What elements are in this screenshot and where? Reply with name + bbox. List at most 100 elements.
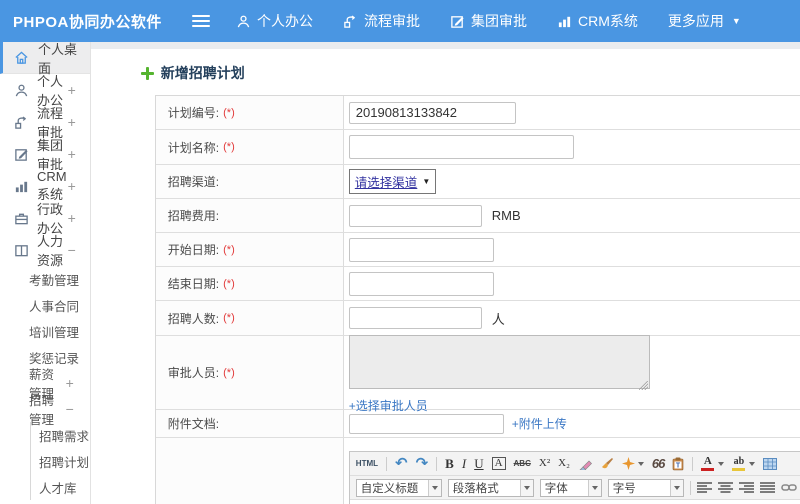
rich-text-editor: HTML ↶ ↷ B I U A ABC X² X₂ 66 T A ab 自定义… <box>348 451 800 504</box>
highlight-color-swatch <box>732 467 746 471</box>
expand-icon[interactable]: + <box>66 375 90 391</box>
sidebar: 个人桌面 个人办公 + 流程审批 + 集团审批 + CRM系统 + 行政办公 +… <box>0 42 91 504</box>
expand-icon[interactable]: + <box>68 146 90 162</box>
highlight-color-button[interactable]: ab <box>732 456 746 471</box>
nav-item-group-approval[interactable]: 集团审批 <box>450 11 527 31</box>
nav-item-more-apps[interactable]: 更多应用 ▼ <box>668 11 741 31</box>
subscript-button[interactable]: X₂ <box>558 458 570 469</box>
table-icon[interactable] <box>763 457 778 470</box>
redo-icon[interactable]: ↷ <box>416 456 429 471</box>
sidebar-item-admin-office[interactable]: 行政办公 + <box>0 202 90 236</box>
align-center-icon[interactable] <box>717 482 733 493</box>
sidebar-item-recruit-plan[interactable]: 招聘计划 <box>31 448 90 474</box>
expand-icon[interactable]: + <box>68 114 90 130</box>
align-right-icon[interactable] <box>738 482 754 493</box>
caret-down-icon <box>519 479 533 496</box>
start-date-input[interactable] <box>348 237 494 262</box>
caret-down-icon: ▼ <box>731 16 741 26</box>
form-row-channel: 招聘渠道: 请选择渠道 ▼ <box>155 165 800 199</box>
sidebar-item-personal-office[interactable]: 个人办公 + <box>0 74 90 108</box>
align-left-icon[interactable] <box>696 482 712 493</box>
plan-name-input[interactable] <box>348 135 574 159</box>
app-brand: PHPOA协同办公软件 <box>13 13 162 31</box>
strikethrough-button[interactable]: ABC <box>514 459 531 468</box>
sidebar-item-recruitment[interactable]: 招聘管理 − <box>0 394 90 427</box>
font-color-button[interactable]: A <box>701 456 715 471</box>
source-code-button[interactable]: HTML <box>356 459 378 468</box>
link-icon[interactable] <box>780 483 797 492</box>
sidebar-item-desktop[interactable]: 个人桌面 <box>0 42 90 76</box>
underline-button[interactable]: U <box>474 457 483 470</box>
sidebar-item-hr-contract[interactable]: 人事合同 <box>0 292 90 318</box>
headcount-input[interactable] <box>348 307 482 329</box>
attachment-input[interactable] <box>348 413 504 434</box>
expand-icon[interactable]: + <box>68 178 90 194</box>
main-content: 新增招聘计划 计划编号:(*) 计划名称:(*) 招聘渠道: 请选择渠道 ▼ <box>90 42 800 504</box>
caret-down-icon <box>718 461 725 466</box>
plan-no-input[interactable] <box>348 101 516 124</box>
eraser-icon[interactable] <box>578 458 592 470</box>
menu-icon[interactable] <box>192 12 210 30</box>
compose-icon <box>451 15 464 28</box>
approvers-textarea[interactable] <box>348 335 650 389</box>
cost-input[interactable] <box>348 204 482 227</box>
nav-item-personal-office[interactable]: 个人办公 <box>236 11 313 31</box>
editor-toolbar-row2: 自定义标题 段落格式 字体 字号 <box>349 476 800 500</box>
sidebar-item-group-approval[interactable]: 集团审批 + <box>0 138 90 172</box>
custom-heading-select[interactable]: 自定义标题 <box>355 478 442 497</box>
channel-label: 招聘渠道: <box>167 175 220 189</box>
expand-icon[interactable]: + <box>68 82 90 98</box>
required-marker: (*) <box>223 366 235 379</box>
attachment-upload-link[interactable]: +附件上传 <box>512 415 567 432</box>
form-row-start-date: 开始日期: (*) <box>155 233 800 267</box>
sidebar-item-crm[interactable]: CRM系统 + <box>0 169 90 202</box>
caret-down-icon: ▼ <box>422 177 431 186</box>
plan-no-label: 计划编号: <box>167 106 220 120</box>
resize-handle-icon[interactable] <box>638 381 648 390</box>
format-painter-icon[interactable] <box>621 457 644 470</box>
approvers-label: 审批人员: <box>167 366 220 380</box>
sidebar-hr-submenu: 考勤管理 人事合同 培训管理 奖惩记录 薪资管理 + 招聘管理 − 招聘需求 招聘计… <box>0 266 90 500</box>
sidebar-item-training[interactable]: 培训管理 <box>0 318 90 344</box>
undo-icon[interactable]: ↶ <box>395 456 408 471</box>
bar-chart-icon <box>14 178 29 194</box>
content-top-band <box>90 42 800 49</box>
sidebar-item-talent-pool[interactable]: 人才库 <box>31 474 90 500</box>
end-date-input[interactable] <box>348 271 494 296</box>
sidebar-item-attendance[interactable]: 考勤管理 <box>0 266 90 292</box>
italic-button[interactable]: I <box>462 457 466 470</box>
end-date-label: 结束日期: <box>167 277 220 291</box>
sidebar-item-recruit-demand[interactable]: 招聘需求 <box>31 422 90 448</box>
font-size-select[interactable]: 字号 <box>607 478 684 497</box>
editor-toolbar-row1: HTML ↶ ↷ B I U A ABC X² X₂ 66 T A ab <box>349 452 800 476</box>
sidebar-item-workflow-approval[interactable]: 流程审批 + <box>0 106 90 140</box>
sidebar-item-hr[interactable]: 人力资源 − <box>0 234 90 268</box>
nav-item-crm[interactable]: CRM系统 <box>557 11 638 31</box>
editor-label-cell <box>155 438 344 504</box>
paragraph-format-select[interactable]: 段落格式 <box>447 478 534 497</box>
compose-icon <box>14 146 29 162</box>
expand-icon[interactable]: + <box>68 210 90 226</box>
nav-item-workflow-approval[interactable]: 流程审批 <box>343 11 420 31</box>
caret-down-icon <box>749 461 756 466</box>
caret-down-icon <box>587 479 601 496</box>
required-marker: (*) <box>223 106 235 119</box>
headcount-label: 招聘人数: <box>167 311 220 326</box>
format-brush-icon[interactable] <box>600 457 614 470</box>
bold-button[interactable]: B <box>445 457 454 470</box>
font-family-select[interactable]: 字体 <box>539 478 602 497</box>
form-row-editor: HTML ↶ ↷ B I U A ABC X² X₂ 66 T A ab 自定义… <box>155 438 800 504</box>
page-title: 新增招聘计划 <box>160 65 245 81</box>
collapse-icon[interactable]: − <box>68 242 90 258</box>
recruit-plan-form: 计划编号:(*) 计划名称:(*) 招聘渠道: 请选择渠道 ▼ 招聘费用: RM… <box>154 95 800 504</box>
required-marker: (*) <box>223 312 235 324</box>
align-justify-icon[interactable] <box>759 482 775 493</box>
collapse-icon[interactable]: − <box>66 401 90 417</box>
channel-select[interactable]: 请选择渠道 ▼ <box>348 169 437 194</box>
paste-icon[interactable]: T <box>672 457 684 471</box>
editor-content-area[interactable] <box>349 500 800 504</box>
blockquote-button[interactable]: 66 <box>652 457 666 470</box>
superscript-button[interactable]: X² <box>539 458 550 469</box>
font-color-swatch <box>701 468 715 471</box>
font-style-button[interactable]: A <box>491 457 506 470</box>
